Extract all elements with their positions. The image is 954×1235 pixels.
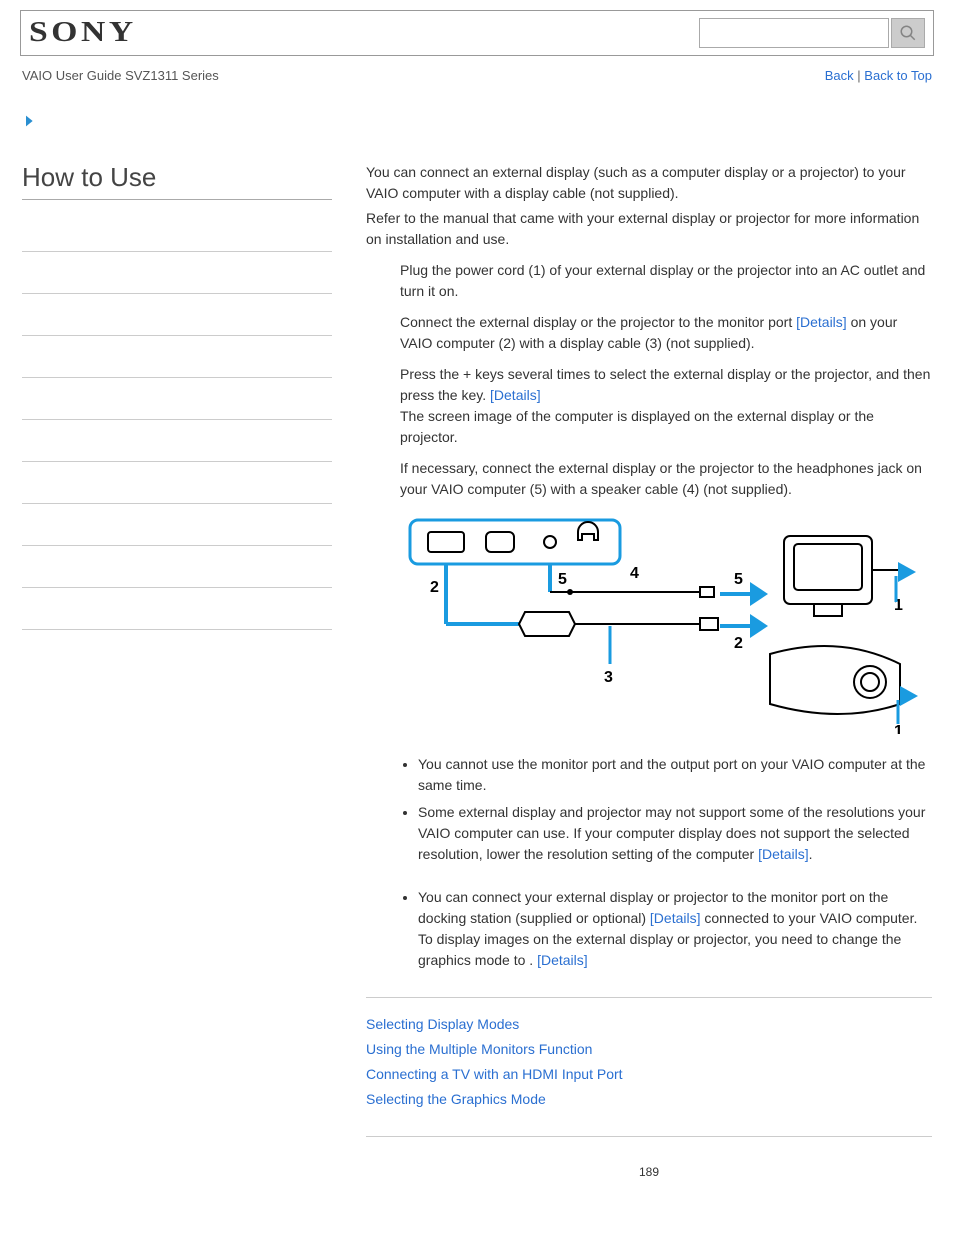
sidebar: How to Use [22, 162, 332, 1181]
page-number: 189 [366, 1163, 932, 1181]
sidebar-item[interactable] [22, 588, 332, 630]
related-link[interactable]: Selecting the Graphics Mode [366, 1089, 932, 1110]
sidebar-title: How to Use [22, 162, 332, 200]
back-to-top-link[interactable]: Back to Top [864, 68, 932, 83]
svg-text:2: 2 [430, 579, 439, 596]
separator [366, 1136, 932, 1137]
svg-text:1: 1 [894, 723, 903, 734]
step-1: Plug the power cord (1) of your external… [366, 260, 932, 302]
related-link[interactable]: Connecting a TV with an HDMI Input Port [366, 1064, 932, 1085]
details-link[interactable]: [Details] [796, 314, 847, 330]
svg-text:3: 3 [604, 669, 613, 686]
connection-diagram: 2 5 3 2 4 [400, 514, 932, 740]
svg-text:5: 5 [734, 571, 743, 588]
svg-text:2: 2 [734, 635, 743, 652]
sidebar-item[interactable] [22, 546, 332, 588]
search-wrap [699, 18, 925, 48]
sidebar-item[interactable] [22, 462, 332, 504]
details-link[interactable]: [Details] [537, 952, 588, 968]
step-4: If necessary, connect the external displ… [366, 458, 932, 500]
main-content: You can connect an external display (suc… [332, 162, 932, 1181]
details-link[interactable]: [Details] [650, 910, 701, 926]
related-link[interactable]: Selecting Display Modes [366, 1014, 932, 1035]
top-bar: SONY [20, 10, 934, 56]
details-link[interactable]: [Details] [758, 846, 809, 862]
sidebar-item[interactable] [22, 294, 332, 336]
separator [366, 997, 932, 998]
back-link[interactable]: Back [825, 68, 854, 83]
sidebar-item[interactable] [22, 420, 332, 462]
guide-title: VAIO User Guide SVZ1311 Series [22, 68, 219, 83]
note-item: Some external display and projector may … [418, 802, 932, 865]
sidebar-item[interactable] [22, 252, 332, 294]
sidebar-item[interactable] [22, 378, 332, 420]
intro-paragraph: You can connect an external display (suc… [366, 162, 932, 204]
step-3: Press the + keys several times to select… [366, 364, 932, 448]
nav-links: Back | Back to Top [825, 68, 932, 83]
note-item: You can connect your external display or… [418, 887, 932, 971]
breadcrumb-chevron [22, 113, 954, 132]
search-input[interactable] [699, 18, 889, 48]
svg-text:5: 5 [558, 571, 567, 588]
svg-text:4: 4 [630, 565, 639, 582]
search-button[interactable] [891, 18, 925, 48]
sidebar-item[interactable] [22, 336, 332, 378]
sidebar-item[interactable] [22, 210, 332, 252]
related-link[interactable]: Using the Multiple Monitors Function [366, 1039, 932, 1060]
related-topics: Selecting Display Modes Using the Multip… [366, 1014, 932, 1110]
note-item: You cannot use the monitor port and the … [418, 754, 932, 796]
step-2: Connect the external display or the proj… [366, 312, 932, 354]
notes-list-2: You can connect your external display or… [366, 887, 932, 971]
sony-logo: SONY [29, 17, 137, 49]
notes-list-1: You cannot use the monitor port and the … [366, 754, 932, 865]
sub-bar: VAIO User Guide SVZ1311 Series Back | Ba… [22, 68, 932, 83]
details-link[interactable]: [Details] [490, 387, 541, 403]
search-icon [899, 24, 917, 42]
sidebar-item[interactable] [22, 504, 332, 546]
intro-paragraph: Refer to the manual that came with your … [366, 208, 932, 250]
